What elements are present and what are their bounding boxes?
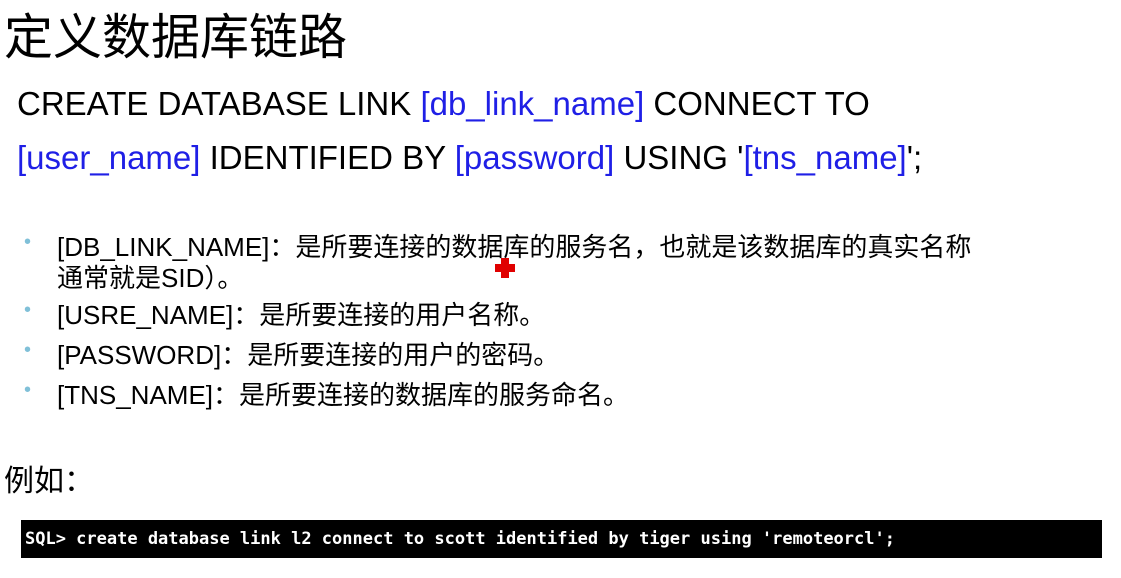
console-command: SQL> create database link l2 connect to …: [25, 529, 895, 549]
syntax-line-2: [user_name] IDENTIFIED BY [password] USI…: [17, 138, 922, 178]
parameter-list: • [DB_LINK_NAME]：是所要连接的数据库的服务名，也就是该数据库的真…: [0, 230, 971, 412]
bullet-text: [TNS_NAME]：是所要连接的数据库的服务命名。: [57, 380, 630, 410]
bullet-icon: •: [24, 379, 32, 401]
syntax-line-1: CREATE DATABASE LINK [db_link_name] CONN…: [17, 84, 870, 124]
list-item: • [USRE_NAME]：是所要连接的用户名称。: [0, 298, 971, 332]
slide-title: 定义数据库链路: [4, 9, 348, 66]
syntax-keyword: ';: [906, 139, 923, 176]
example-label: 例如：: [4, 464, 94, 499]
syntax-keyword: IDENTIFIED BY: [200, 139, 455, 176]
syntax-keyword: CONNECT TO: [644, 85, 870, 122]
sql-console: SQL> create database link l2 connect to …: [21, 520, 1102, 558]
syntax-keyword: CREATE DATABASE LINK: [17, 85, 421, 122]
red-cross-cursor-icon: [495, 258, 515, 278]
bullet-text: [USRE_NAME]：是所要连接的用户名称。: [57, 300, 546, 330]
list-item: • [DB_LINK_NAME]：是所要连接的数据库的服务名，也就是该数据库的真…: [0, 230, 971, 292]
param-tns-name: [tns_name]: [743, 139, 907, 176]
list-item: • [PASSWORD]：是所要连接的用户的密码。: [0, 338, 971, 372]
param-db-link-name: [db_link_name]: [420, 85, 645, 122]
list-item: • [TNS_NAME]：是所要连接的数据库的服务命名。: [0, 378, 971, 412]
bullet-icon: •: [24, 339, 32, 361]
bullet-text: [PASSWORD]：是所要连接的用户的密码。: [57, 340, 560, 370]
bullet-icon: •: [24, 231, 32, 253]
param-user-name: [user_name]: [17, 139, 201, 176]
bullet-icon: •: [24, 299, 32, 321]
param-password: [password]: [454, 139, 615, 176]
syntax-keyword: USING ': [614, 139, 744, 176]
